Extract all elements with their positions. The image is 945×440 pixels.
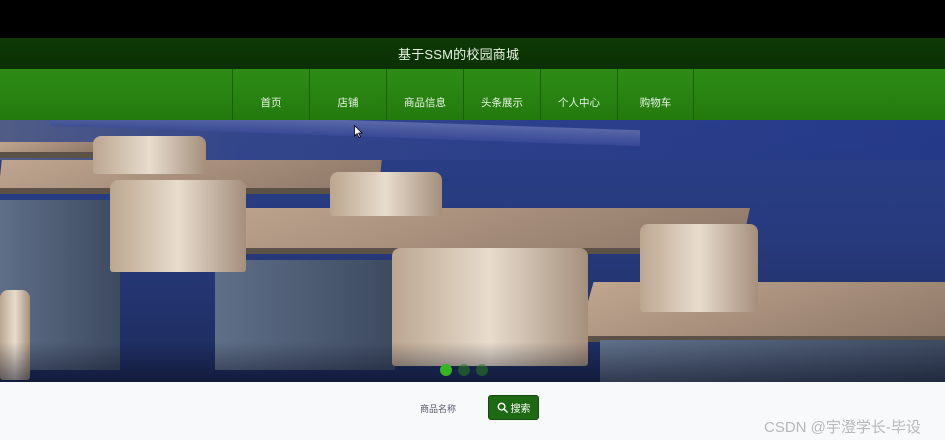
title-bar: 基于SSM的校园商城 bbox=[0, 38, 945, 69]
hero-chair bbox=[330, 172, 442, 216]
nav-item-profile[interactable]: 个人中心 bbox=[540, 69, 617, 120]
search-button-label: 搜索 bbox=[510, 404, 531, 415]
search-button[interactable]: 搜索 bbox=[488, 395, 539, 420]
nav-item-news[interactable]: 头条展示 bbox=[463, 69, 540, 120]
hero-chair bbox=[93, 136, 206, 174]
hero-floor-shadow bbox=[0, 342, 945, 382]
hero-desk bbox=[0, 142, 100, 158]
hero-carousel[interactable] bbox=[0, 120, 945, 382]
search-bar: 商品名称 搜索 CSDN @宇澄学长-毕设 bbox=[0, 382, 945, 440]
search-icon bbox=[497, 402, 508, 413]
carousel-indicators bbox=[440, 364, 488, 376]
carousel-dot-2[interactable] bbox=[458, 364, 470, 376]
carousel-dot-1[interactable] bbox=[440, 364, 452, 376]
nav-item-products[interactable]: 商品信息 bbox=[386, 69, 463, 120]
hero-chair bbox=[110, 180, 246, 272]
mouse-cursor-icon bbox=[354, 125, 363, 138]
nav-list: 首页 店铺 商品信息 头条展示 个人中心 购物车 bbox=[232, 69, 694, 120]
nav-item-home[interactable]: 首页 bbox=[232, 69, 309, 120]
page: 基于SSM的校园商城 首页 店铺 商品信息 头条展示 个人中心 购物车 商品名称… bbox=[0, 0, 945, 440]
nav-item-shops[interactable]: 店铺 bbox=[309, 69, 386, 120]
site-title: 基于SSM的校园商城 bbox=[398, 47, 520, 62]
hero-desk bbox=[576, 282, 945, 342]
main-nav: 首页 店铺 商品信息 头条展示 个人中心 购物车 bbox=[0, 69, 945, 120]
nav-item-cart[interactable]: 购物车 bbox=[617, 69, 694, 120]
search-product-name-label: 商品名称 bbox=[420, 404, 457, 414]
csdn-watermark: CSDN @宇澄学长-毕设 bbox=[764, 419, 921, 436]
hero-chair bbox=[640, 224, 758, 312]
top-black-bar bbox=[0, 0, 945, 38]
carousel-dot-3[interactable] bbox=[476, 364, 488, 376]
